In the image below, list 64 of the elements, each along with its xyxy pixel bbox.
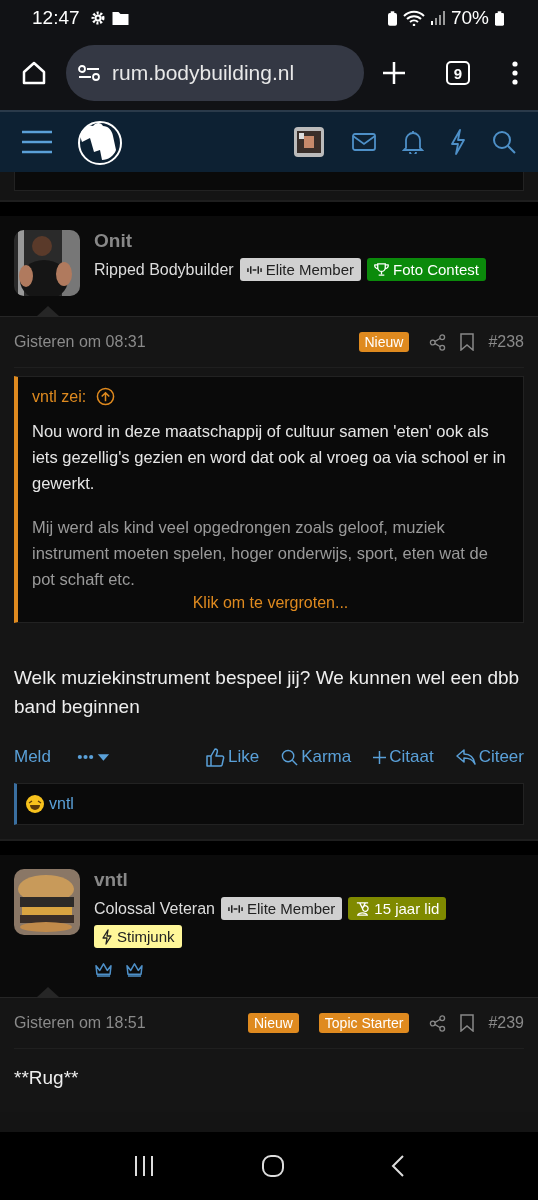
post-date[interactable]: Gisteren om 18:51 [14,1014,146,1032]
bell-icon[interactable] [402,130,424,154]
home-button-icon[interactable] [261,1154,285,1178]
user-badge: Foto Contest [367,258,486,281]
mail-icon[interactable] [352,133,376,151]
more-options-icon[interactable] [76,752,111,762]
battery-icon [495,10,504,26]
username[interactable]: vntl [94,869,128,891]
quote-text: Mij werd als kind veel opgedrongen zoals geloof, muziek instrument moeten spelen, hoger onderwijs, sport, eten wat de pot schaft etc. [32,517,489,590]
post-date[interactable]: Gisteren om 08:31 [14,333,146,351]
post-number[interactable]: #238 [488,333,524,351]
like-button[interactable]: Like [204,747,260,767]
post-tag: Topic Starter [318,1013,410,1033]
site-settings-icon[interactable] [78,65,100,81]
signal-icon [430,11,445,25]
user-badge: Elite Member [220,897,343,920]
expand-link[interactable]: Klik om te vergroten... [192,594,349,612]
search-icon[interactable] [492,130,516,154]
post-number[interactable]: #239 [488,1014,524,1032]
share-icon[interactable] [429,1014,447,1032]
recent-apps-icon[interactable] [133,1155,155,1177]
bookmark-icon[interactable] [460,1014,475,1032]
menu-icon[interactable] [22,130,52,154]
report-link[interactable]: Meld [14,747,51,767]
tab-count[interactable]: 9 [446,61,470,85]
home-icon[interactable] [20,59,48,87]
bookmark-icon[interactable] [460,333,475,351]
battery-percent: 70% [450,7,489,29]
user-title: Ripped Bodybuilder [94,260,234,279]
battery-saver-icon [387,10,397,26]
wifi-icon [402,10,425,26]
karma-button[interactable]: Karma [281,747,352,767]
reply-button[interactable]: Citeer [455,747,524,767]
post-text: **Rug** [14,1066,80,1090]
add-quote-button[interactable]: Citaat [373,747,434,767]
arrow-up-icon[interactable] [96,387,116,406]
thumbs-up-icon [204,747,225,767]
user-badge: Elite Member [239,258,361,281]
reply-arrow-icon [455,749,476,765]
quote-text: Nou word in deze maatschappij of cultuur samen 'eten' ook als iets gezellig's gezien en word dat ook al vroeg oa via school er in gewerkt. [32,421,507,494]
user-badge: 15 jaar lid [348,897,447,920]
share-icon[interactable] [429,333,447,351]
address-bar[interactable]: rum.bodybuilding.nl [66,45,364,101]
status-time: 12:47 [32,7,80,29]
user-title: Colossal Veteran [94,899,215,918]
plus-icon [373,750,387,764]
post-tag: Nieuw [358,332,410,352]
crown-icon[interactable] [94,962,113,977]
crown-icon[interactable] [125,962,144,977]
reaction-user[interactable]: vntl [49,795,74,813]
username[interactable]: Onit [94,230,132,252]
user-badge: Stimjunk [94,925,182,948]
quote-author[interactable]: vntl zei: [32,387,87,406]
lightning-icon[interactable] [450,129,466,155]
more-icon[interactable] [512,61,518,85]
post-tag: Nieuw [247,1013,299,1033]
post-text: Welk muziekinstrument bespeel jij? We kunnen wel een dbb band beginnen [14,666,521,719]
search-icon [281,748,299,766]
gear-icon [89,10,106,26]
logo-icon[interactable] [76,118,124,166]
new-tab-icon[interactable] [382,61,406,85]
back-icon[interactable] [391,1154,405,1178]
laughing-emoji-icon [25,794,45,814]
folder-icon [111,11,129,25]
